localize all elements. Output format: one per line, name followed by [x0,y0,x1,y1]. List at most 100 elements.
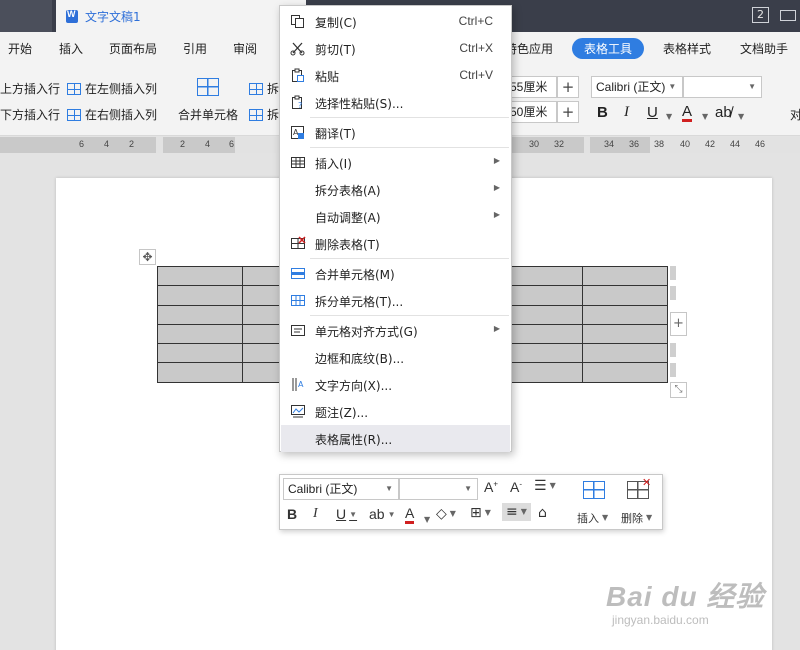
italic-button[interactable]: I [624,104,629,121]
menu-item-label: 文字方向(X)... [315,379,393,393]
mini-highlight-button[interactable]: ab ▼ [369,506,396,522]
font-color-dropdown-icon[interactable]: ▼ [424,515,430,524]
underline-button[interactable]: U [647,104,658,121]
align-icon[interactable]: ≡ ▼ [502,503,531,521]
menu-item-translate[interactable]: A 翻译(T) [281,119,510,146]
menu-item-paste-special[interactable]: ? 选择性粘贴(S)... [281,89,510,116]
chevron-down-icon: ▼ [646,513,653,522]
table-cell[interactable] [582,362,668,383]
tab-doc-assistant[interactable]: 文档助手 [740,40,788,57]
tab-special[interactable]: 特色应用 [505,40,553,57]
table-cell[interactable] [157,362,243,383]
mini-font-name-select[interactable]: Calibri (正文) ▼ [283,478,399,500]
shading-icon[interactable]: ◇ ▼ [436,506,456,522]
borders-icon[interactable]: ⊞ ▼ [470,505,491,521]
menu-item-label: 表格属性(R)... [315,433,393,447]
table-move-handle-icon[interactable]: ✥ [139,249,156,265]
home-tab-area[interactable] [0,0,52,32]
menu-item-autofit[interactable]: 自动调整(A) ▶ [281,203,510,230]
delete-x-icon: ✕ [642,476,652,489]
merge-cells-button[interactable]: 合并单元格 [178,106,238,123]
shrink-font-button[interactable]: A- [510,479,522,495]
menu-item-paste[interactable]: 粘贴 Ctrl+V [281,62,510,89]
menu-item-table-properties[interactable]: 表格属性(R)... [281,425,510,452]
table-cell[interactable] [582,323,668,345]
mini-italic-button[interactable]: I [313,506,318,522]
mini-insert-button[interactable]: 插入 ▼ [577,510,608,526]
grow-font-button[interactable]: A+ [484,479,498,495]
row-height-field[interactable]: 55厘米 [505,76,557,98]
ruler-cell-segment [512,137,584,153]
table-cell[interactable] [582,343,668,364]
row-height-plus-button[interactable]: + [557,76,579,98]
font-size-select[interactable]: ▼ [683,76,762,98]
align-more-button[interactable]: 对 [790,106,800,123]
mini-font-color-button[interactable]: A [405,506,415,524]
line-spacing-icon[interactable]: ☰ ▼ [534,478,556,494]
table-cell[interactable] [157,265,243,287]
menu-item-caption[interactable]: 题注(Z)... [281,398,510,425]
tab-insert[interactable]: 插入 [59,40,83,57]
eraser-icon[interactable]: ⌂ [538,505,547,521]
menu-item-delete-table[interactable]: 删除表格(T) [281,230,510,257]
bold-button[interactable]: B [597,104,608,121]
mini-font-name-value: Calibri (正文) [288,482,358,496]
mini-delete-button[interactable]: 删除 ▼ [621,510,652,526]
ruler-number: 30 [529,139,540,149]
mini-underline-button[interactable]: U ▼ [336,506,357,522]
document-tab[interactable]: 文字文稿1 [56,0,306,32]
split-table-button[interactable]: 拆 [249,106,279,123]
table-cell[interactable] [582,265,668,287]
window-control-icon[interactable] [780,10,796,21]
tab-table-styles[interactable]: 表格样式 [663,40,711,57]
menu-item-label: 粘贴 [315,70,340,84]
menu-item-merge-cells[interactable]: 合并单元格(M) [281,260,510,287]
menu-item-borders-shading[interactable]: 边框和底纹(B)... [281,344,510,371]
mini-font-size-select[interactable]: ▼ [399,478,478,500]
tab-page-layout[interactable]: 页面布局 [109,40,157,57]
table-cell[interactable] [582,285,668,306]
menu-item-cut[interactable]: 剪切(T) Ctrl+X [281,35,510,62]
font-color-button[interactable]: A [682,104,693,122]
submenu-arrow-icon: ▶ [493,210,500,219]
table-cell[interactable] [157,304,243,325]
menu-item-insert[interactable]: 插入(I) ▶ [281,149,510,176]
insert-row-above-button[interactable]: 上方插入行 [0,80,60,97]
tab-references[interactable]: 引用 [183,40,207,57]
table-cell[interactable] [157,285,243,306]
table-cell[interactable] [157,343,243,364]
table-cell[interactable] [582,304,668,325]
menu-item-text-direction[interactable]: A 文字方向(X)... [281,371,510,398]
highlight-dropdown-icon[interactable]: ▼ [738,112,744,121]
tab-count-badge[interactable]: 2 [752,7,769,23]
add-column-button[interactable]: + [670,312,687,336]
table-resize-handle-icon[interactable]: ⤡ [670,382,687,398]
chevron-down-icon: ▼ [748,82,756,91]
font-name-select[interactable]: Calibri (正文) ▼ [591,76,683,98]
chevron-down-icon: ▼ [549,481,556,490]
highlight-button[interactable]: ab̸ [715,104,732,121]
menu-item-split-cells[interactable]: 拆分单元格(T)... [281,287,510,314]
font-color-dropdown-icon[interactable]: ▼ [702,112,708,121]
col-width-field[interactable]: 50厘米 [505,101,557,123]
split-cells-button[interactable]: 拆 [249,80,279,97]
watermark-brand: Bai du 经验 [606,581,765,612]
insert-row-below-button[interactable]: 下方插入行 [0,106,60,123]
font-name-value: Calibri (正文) [596,80,666,94]
tab-table-tools[interactable]: 表格工具 [572,38,645,59]
chevron-down-icon: ▼ [668,82,677,91]
insert-col-left-button[interactable]: 在左侧插入列 [67,80,157,97]
insert-col-right-button[interactable]: 在右侧插入列 [67,106,157,123]
underline-dropdown-icon[interactable]: ▼ [666,112,672,121]
ruler-number: 36 [629,139,640,149]
mini-bold-button[interactable]: B [287,506,297,522]
menu-item-copy[interactable]: 复制(C) Ctrl+C [281,8,510,35]
menu-item-cell-alignment[interactable]: 单元格对齐方式(G) ▶ [281,317,510,344]
tab-review[interactable]: 审阅 [233,40,257,57]
col-width-plus-button[interactable]: + [557,101,579,123]
tab-home[interactable]: 开始 [8,40,32,57]
table-cell[interactable] [157,323,243,345]
ruler-number: 32 [554,139,565,149]
insert-col-left-icon [67,83,81,95]
menu-item-split-table[interactable]: 拆分表格(A) ▶ [281,176,510,203]
